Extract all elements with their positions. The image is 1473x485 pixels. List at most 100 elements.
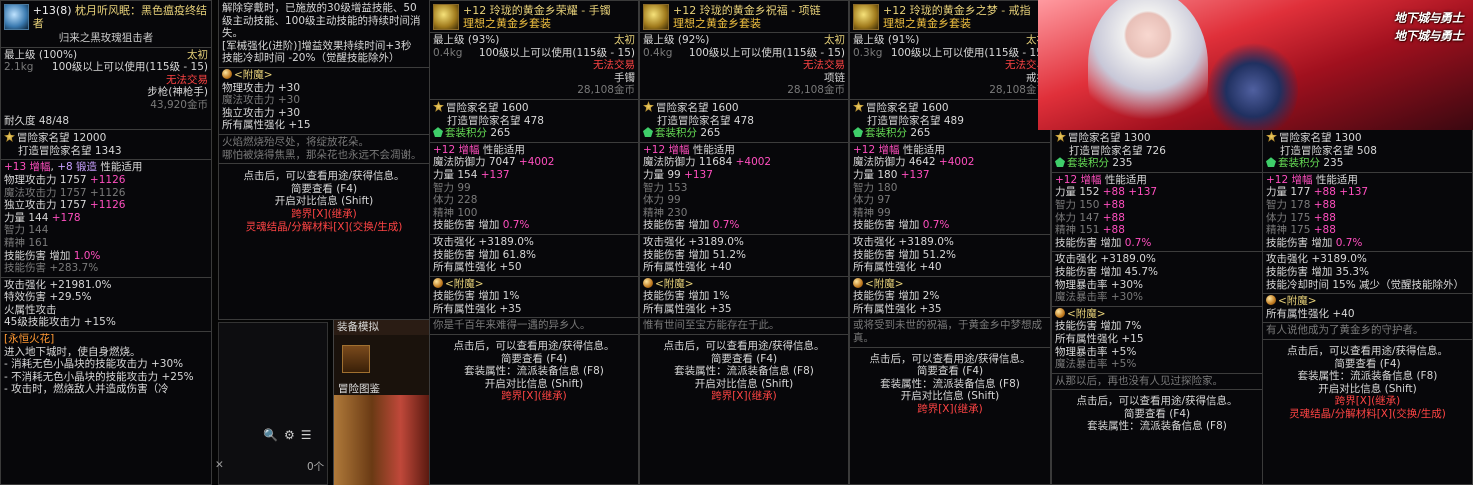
click-hint[interactable]: 点击后，可以查看用途/获得信息。 [222, 170, 426, 183]
enchant-icon [643, 277, 653, 288]
stat-row: 体力 175 +88 [1266, 211, 1336, 224]
set-attr[interactable]: 套装属性：流派装备信息 (F8) [1266, 370, 1469, 383]
item-price: 28,108金币 [989, 84, 1047, 97]
set-points-value: 235 [1323, 157, 1344, 170]
item-kind: 项链 [824, 71, 845, 84]
cooldown-reduction: 技能冷却时间 15% 减少（觉醒技能除外） [1266, 278, 1465, 291]
click-hint[interactable]: 点击后，可以查看用途/获得信息。 [1266, 345, 1469, 358]
soul-crystal[interactable]: 灵魂结晶/分解材料[X](交换/生成) [222, 221, 426, 234]
set-points-label: 套装积分 [865, 127, 907, 140]
click-hint[interactable]: 点击后，可以查看用途/获得信息。 [853, 353, 1047, 366]
set-attr[interactable]: 套装属性：流派装备信息 (F8) [433, 365, 635, 378]
gear-icon[interactable]: ⚙ [284, 429, 295, 442]
item-count: 0个 [307, 461, 325, 473]
click-hint[interactable]: 点击后，可以查看用途/获得信息。 [433, 340, 635, 353]
item-level-pct: (93%) [467, 34, 500, 46]
stat-row: 智力 153 [643, 181, 688, 194]
enchant-stat: 独立攻击力 +30 [222, 106, 300, 119]
stat-row: 力量 99 +137 [643, 168, 713, 181]
enchant-stat: 技能伤害 增加 2% [853, 290, 940, 303]
atk-strengthen: 攻击强化 +3189.0% [433, 235, 534, 248]
option-desc: 进入地下城时，使自身燃烧。 [4, 345, 141, 358]
stat-row: 独立攻击力 1757 +1126 [4, 199, 126, 212]
item-grade: 太初 [187, 48, 208, 61]
stat-row: 魔法攻击力 1757 +1126 [4, 186, 126, 199]
close-icon[interactable]: ✕ [215, 459, 224, 472]
atk-strengthen: 攻击强化 +3189.0% [643, 235, 744, 248]
simple-view[interactable]: 简要查看 (F4) [1055, 408, 1259, 421]
item-grade: 太初 [614, 34, 635, 46]
simple-view[interactable]: 简要查看 (F4) [643, 353, 845, 366]
enchant-stat: 物理攻击力 +30 [222, 81, 300, 94]
soul-crystal[interactable]: 灵魂结晶/分解材料[X](交换/生成) [1266, 408, 1469, 421]
flavor-text: 火焰燃烧殆尽处，将绽放花朵。 [222, 135, 369, 148]
cooldown-note: 技能冷却时间 -20%（觉醒技能除外） [222, 52, 400, 65]
equip-simulator[interactable]: 装备模拟 [334, 320, 429, 335]
set-name: 理想之黄金乡套装 [673, 17, 761, 30]
item-level: 最上级 [643, 34, 675, 46]
set-points-value: 235 [1112, 157, 1133, 170]
set-attr[interactable]: 套装属性：流派装备信息 (F8) [1055, 420, 1259, 433]
necklace-tooltip: +12 玲珑的黄金乡祝福 - 项链 理想之黄金乡套装 最上级 (92%) 太初 0.… [639, 0, 849, 485]
simple-view[interactable]: 简要查看 (F4) [433, 353, 635, 366]
craft-value: 489 [943, 114, 964, 127]
cross-inherit[interactable]: 跨界[X](继承) [222, 208, 426, 221]
compare-toggle[interactable]: 开启对比信息 (Shift) [853, 390, 1047, 403]
craft-label: 打造冒险家名望 [1069, 144, 1143, 157]
fame-label: 冒险家名望 [866, 101, 919, 114]
simple-view[interactable]: 简要查看 (F4) [853, 365, 1047, 378]
stat-row: 智力 150 +88 [1055, 198, 1125, 211]
set-attr[interactable]: 套装属性：流派装备信息 (F8) [853, 378, 1047, 391]
set-attr[interactable]: 套装属性：流派装备信息 (F8) [643, 365, 845, 378]
book-icon[interactable] [342, 344, 370, 373]
item-level-pct: (92%) [677, 34, 710, 46]
adventure-book[interactable]: 冒险图鉴 [334, 383, 429, 396]
perf-label: 性能适用 [482, 143, 525, 156]
list-icon[interactable]: ☰ [301, 429, 312, 442]
click-hint[interactable]: 点击后，可以查看用途/获得信息。 [1055, 395, 1259, 408]
stat-row: 体力 147 +88 [1055, 211, 1125, 224]
click-hint[interactable]: 点击后，可以查看用途/获得信息。 [643, 340, 845, 353]
enchant-stat: 技能伤害 增加 7% [1055, 320, 1142, 333]
cross-inherit[interactable]: 跨界[X](继承) [643, 390, 845, 403]
enchant-stat: 所有属性强化 +35 [853, 302, 942, 315]
forge-label: 锻造 [76, 161, 98, 174]
set-points-value: 265 [910, 127, 931, 140]
game-banner: 地下城与勇士 地下城与勇士 [1038, 0, 1473, 130]
enchant-icon [1266, 295, 1276, 306]
enchant-stat: 所有属性强化 +35 [433, 302, 522, 315]
cross-inherit[interactable]: 跨界[X](继承) [433, 390, 635, 403]
skill-dmg: 技能伤害 增加 35.3% [1266, 265, 1370, 278]
skill-dmg-label: 技能伤害 [4, 262, 46, 275]
simple-view[interactable]: 简要查看 (F4) [1266, 358, 1469, 371]
item-title: +12 玲珑的黄金乡祝福 - 项链 [673, 4, 821, 17]
bracelet-tooltip: +12 玲珑的黄金乡荣耀 - 手镯 理想之黄金乡套装 最上级 (93%) 太初 0.… [429, 0, 639, 485]
compare-toggle[interactable]: 开启对比信息 (Shift) [222, 195, 426, 208]
stat-row: 智力 180 [853, 181, 898, 194]
option-desc: - 消耗无色小晶块的技能攻击力 +30% [4, 358, 184, 371]
fame-label: 冒险家名望 [1068, 132, 1121, 144]
item-level-pct: (91%) [887, 34, 920, 46]
skill-inc-value: 1.0% [73, 249, 101, 262]
item-title: +12 玲珑的黄金乡之梦 - 戒指 [883, 4, 1031, 17]
compare-toggle[interactable]: 开启对比信息 (Shift) [433, 378, 635, 391]
option-desc: - 攻击时，燃烧敌人并造成伤害（冷 [4, 383, 169, 396]
item-grade: 太初 [824, 34, 845, 46]
stat-row: 体力 99 [643, 194, 681, 207]
cross-inherit[interactable]: 跨界[X](继承) [853, 403, 1047, 416]
flavor-text: 你是千百年来难得一遇的异乡人。 [433, 319, 591, 332]
item-title: +12 玲珑的黄金乡荣耀 - 手镯 [463, 4, 611, 17]
search-icon[interactable]: 🔍 [263, 429, 278, 442]
set-name: 理想之黄金乡套装 [883, 17, 971, 30]
simple-view[interactable]: 简要查看 (F4) [222, 183, 426, 196]
atk-strengthen: 攻击强化 +3189.0% [853, 235, 954, 248]
stat-row: 智力 144 [4, 224, 49, 237]
skill-inc-label: 技能伤害 增加 [1055, 236, 1122, 249]
compare-toggle[interactable]: 开启对比信息 (Shift) [643, 378, 845, 391]
item-kind: 手镯 [614, 71, 635, 84]
fame-value: 1600 [921, 101, 949, 114]
cross-inherit[interactable]: 跨界[X](继承) [1266, 395, 1469, 408]
compare-toggle[interactable]: 开启对比信息 (Shift) [1266, 383, 1469, 396]
fame-value: 1600 [501, 101, 529, 114]
item-weight: 0.3kg [853, 46, 883, 59]
